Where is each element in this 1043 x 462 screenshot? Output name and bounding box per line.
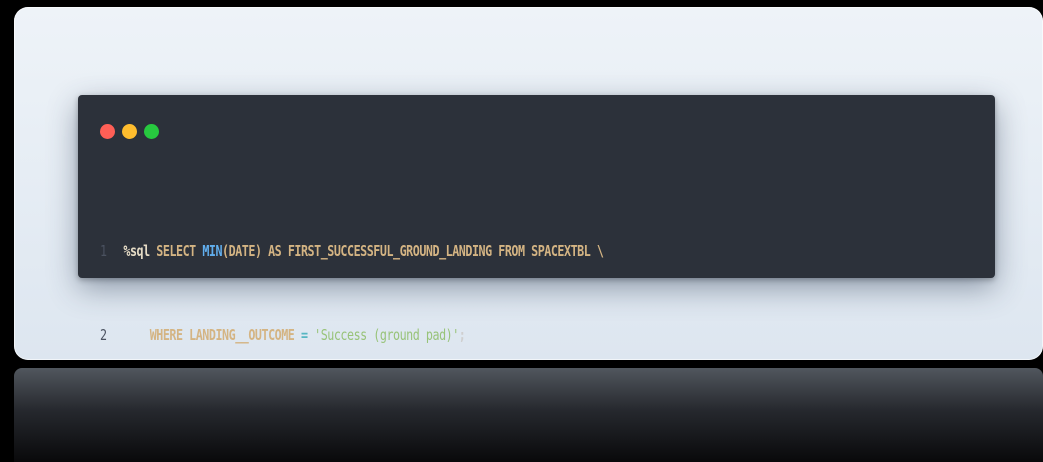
code-token: (DATE) AS FIRST_SUCCESSFUL_GROUND_LANDIN… xyxy=(222,242,604,260)
code-block: 1 %sql SELECT MIN(DATE) AS FIRST_SUCCESSF… xyxy=(100,181,604,405)
code-token: WHERE LANDING__OUTCOME xyxy=(123,326,301,344)
code-token: SELECT xyxy=(149,242,203,260)
code-token: ; xyxy=(458,326,466,344)
code-token: MIN xyxy=(202,242,223,260)
code-line: 2 WHERE LANDING__OUTCOME = 'Success (gro… xyxy=(100,321,603,349)
line-number: 2 xyxy=(100,326,107,344)
line-number: 1 xyxy=(100,242,107,260)
close-dot-icon[interactable] xyxy=(100,124,115,139)
code-token: %sql xyxy=(123,242,150,260)
minimize-dot-icon[interactable] xyxy=(122,124,137,139)
code-window: 1 %sql SELECT MIN(DATE) AS FIRST_SUCCESSF… xyxy=(78,95,995,344)
code-token: 'Success (ground pad)' xyxy=(314,326,459,344)
window-controls xyxy=(100,124,159,139)
code-line: 1 %sql SELECT MIN(DATE) AS FIRST_SUCCESSF… xyxy=(100,237,604,265)
maximize-dot-icon[interactable] xyxy=(144,124,159,139)
screenshot-stage: 1 %sql SELECT MIN(DATE) AS FIRST_SUCCESSF… xyxy=(0,0,1043,462)
